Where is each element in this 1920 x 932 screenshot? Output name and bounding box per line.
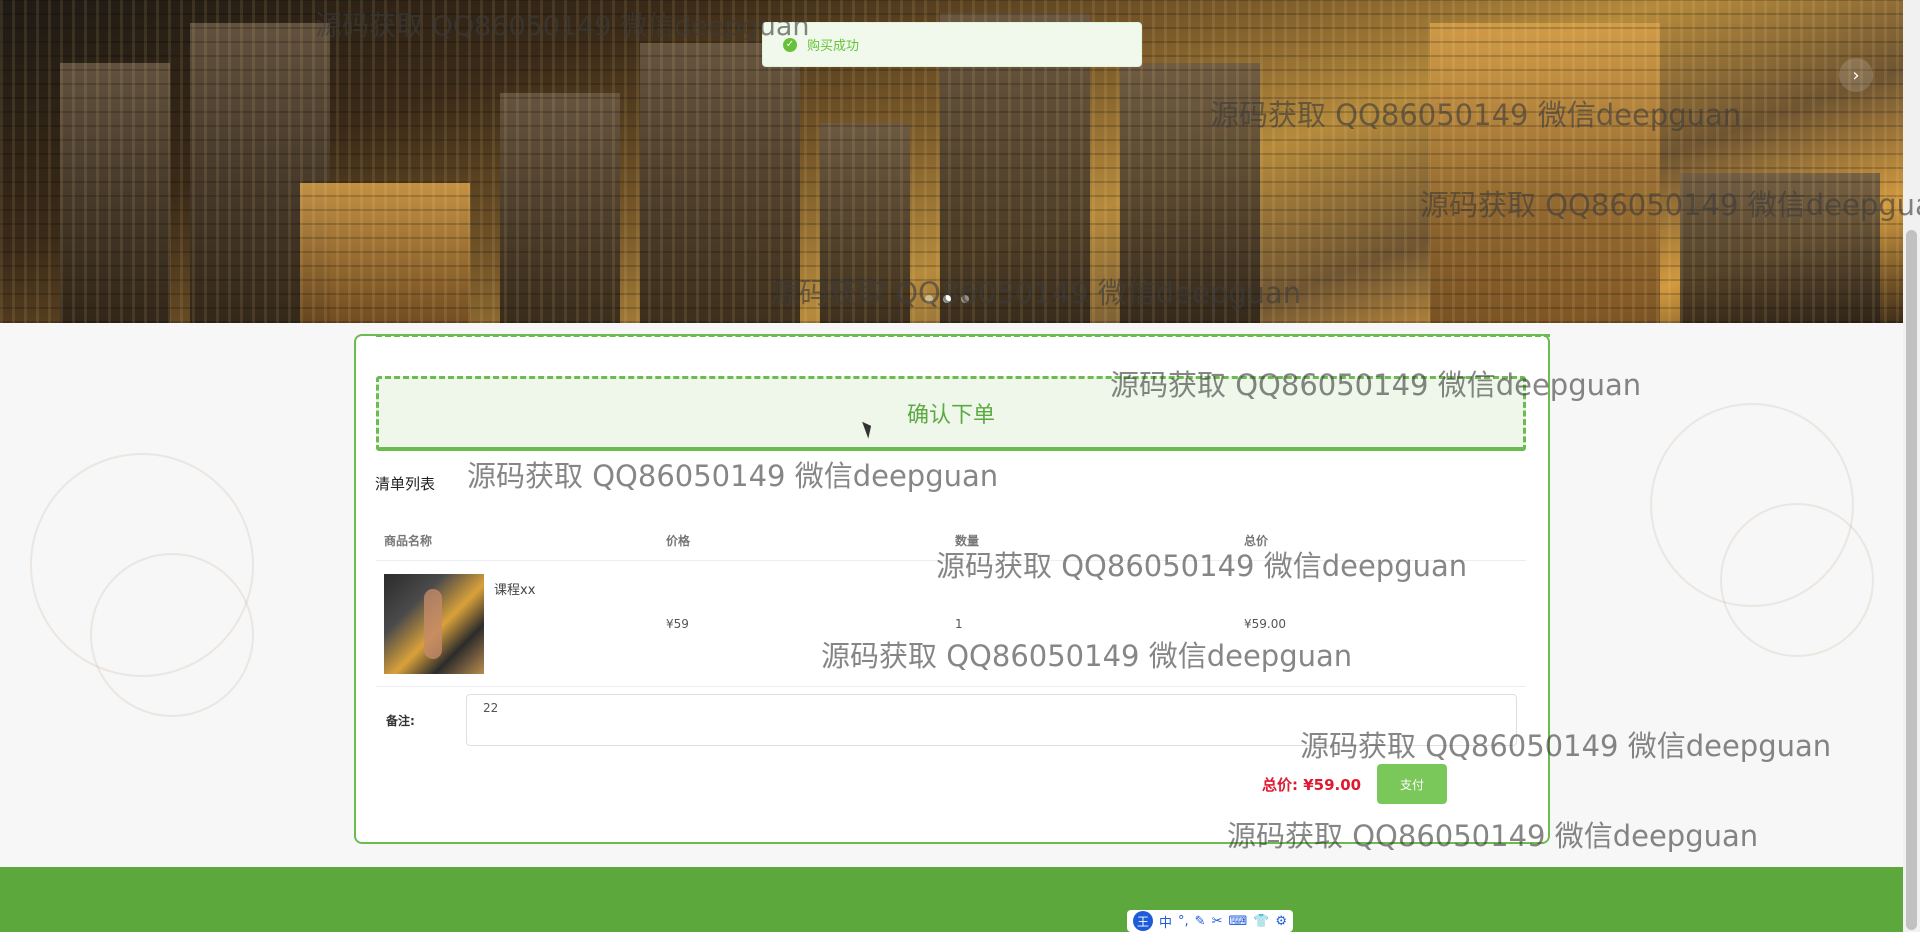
total-value: ¥59.00 [1303, 776, 1362, 794]
ime-toolbar[interactable]: 王 中 °, ✎ ✂ ⌨ 👕 ⚙ [1127, 910, 1294, 932]
carousel-dot[interactable] [943, 295, 951, 303]
success-toast: ✓ 购买成功 [762, 22, 1142, 67]
total-label: 总价: [1262, 776, 1298, 794]
page-scrollbar[interactable] [1903, 0, 1920, 932]
list-title: 清单列表 [375, 475, 436, 493]
ime-chinese-mode-icon[interactable]: 中 [1159, 912, 1172, 931]
carousel-indicators [925, 295, 969, 303]
product-quantity: 1 [955, 616, 963, 631]
product-total: ¥59.00 [1244, 616, 1286, 631]
confirm-order-title: 确认下单 [906, 403, 995, 428]
column-header-quantity: 数量 [955, 533, 980, 548]
ime-scissors-icon[interactable]: ✂ [1212, 914, 1223, 929]
column-header-total: 总价 [1244, 533, 1269, 548]
product-price: ¥59 [666, 616, 689, 631]
remark-textarea[interactable]: 22 [466, 694, 1517, 746]
chevron-right-icon: › [1852, 64, 1860, 86]
toast-message: 购买成功 [807, 39, 860, 54]
product-name: 课程xx [494, 582, 536, 598]
ime-keyboard-icon[interactable]: ⌨ [1228, 914, 1247, 929]
remark-row: 备注: 22 [376, 694, 1526, 746]
ime-pen-icon[interactable]: ✎ [1195, 914, 1206, 929]
carousel-next-button[interactable]: › [1839, 58, 1873, 92]
ime-settings-icon[interactable]: ⚙ [1275, 914, 1287, 929]
ime-logo-icon[interactable]: 王 [1133, 911, 1153, 931]
confirm-order-header: 确认下单 [376, 376, 1526, 451]
table-row: 课程xx ¥59 1 ¥59.00 [376, 561, 1526, 687]
remark-label: 备注: [386, 713, 415, 728]
column-header-price: 价格 [666, 533, 691, 548]
carousel-dot[interactable] [961, 295, 969, 303]
order-table: 商品名称 价格 数量 总价 课程xx ¥59 1 ¥59.00 [376, 520, 1526, 687]
scrollbar-thumb[interactable] [1906, 230, 1917, 930]
ime-skin-icon[interactable]: 👕 [1253, 914, 1269, 929]
pay-button[interactable]: 支付 [1377, 764, 1447, 804]
carousel-dot[interactable] [925, 295, 933, 303]
check-circle-icon: ✓ [783, 37, 797, 52]
table-header: 商品名称 价格 数量 总价 [376, 520, 1526, 561]
column-header-name: 商品名称 [384, 533, 433, 548]
product-image[interactable] [384, 573, 484, 674]
ime-punctuation-icon[interactable]: °, [1178, 914, 1189, 929]
footer [0, 867, 1903, 932]
order-total: 总价: ¥59.00 [1262, 774, 1361, 795]
product-cell: 课程xx [376, 573, 666, 674]
